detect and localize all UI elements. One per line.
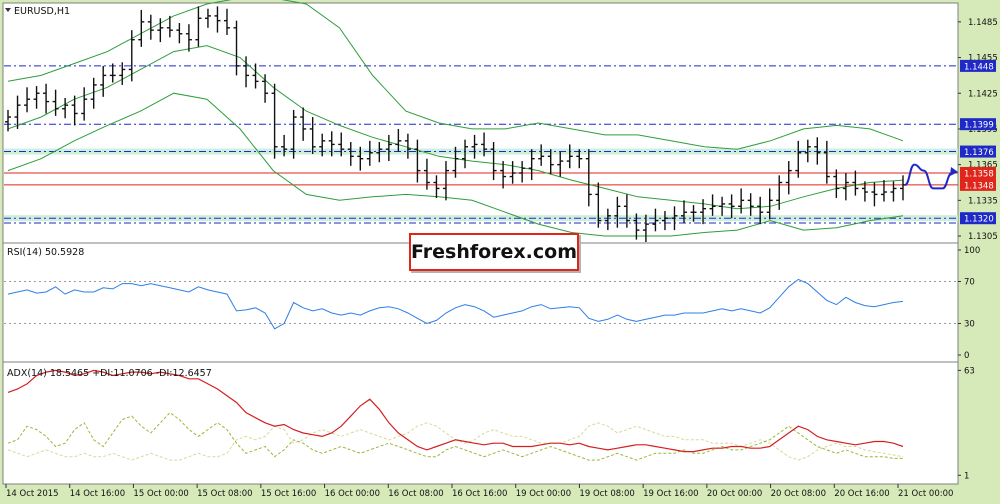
price-panel: 1.13051.13351.13651.13951.14251.14551.14… — [2, 0, 998, 244]
time-tick-label: 19 Oct 16:00 — [643, 489, 698, 499]
price-level-label-text: 1.1376 — [964, 148, 994, 158]
price-level-label-text: 1.1348 — [964, 181, 994, 191]
rsi-tick-label: 30 — [964, 320, 975, 330]
price-level-label-text: 1.1358 — [964, 169, 994, 179]
price-level-label: 1.1358 — [960, 166, 996, 179]
rsi-panel-title: RSI(14) 50.5928 — [7, 247, 84, 258]
time-tick-label: 16 Oct 16:00 — [452, 489, 507, 499]
time-tick-label: 15 Oct 00:00 — [133, 489, 188, 499]
time-tick-label: 16 Oct 00:00 — [325, 489, 380, 499]
adx-panel: 1 63 ADX(14) 18.5465 +DI:11.0706 -DI:12.6… — [2, 361, 975, 485]
adx-panel-title: ADX(14) 18.5465 +DI:11.0706 -DI:12.6457 — [7, 368, 212, 379]
main-panel-title: EURUSD,H1 — [14, 6, 70, 17]
adx-tick-label: 1 — [964, 471, 969, 481]
time-tick-label: 19 Oct 00:00 — [516, 489, 571, 499]
price-level-label: 1.1348 — [960, 178, 996, 191]
price-level-label-text: 1.1320 — [964, 215, 994, 225]
time-tick-label: 20 Oct 16:00 — [834, 489, 889, 499]
time-tick-label: 20 Oct 00:00 — [707, 489, 762, 499]
time-tick-label: 19 Oct 08:00 — [579, 489, 634, 499]
price-level-label: 1.1399 — [960, 118, 996, 131]
time-tick-label: 20 Oct 08:00 — [771, 489, 826, 499]
time-tick-label: 21 Oct 00:00 — [898, 489, 953, 499]
price-level-label: 1.1376 — [960, 145, 996, 158]
time-tick-label: 15 Oct 16:00 — [261, 489, 316, 499]
rsi-tick-label: 100 — [964, 246, 980, 256]
rsi-tick-label: 70 — [964, 278, 975, 288]
rsi-tick-label: 0 — [964, 351, 969, 361]
time-tick-label: 14 Oct 2015 — [6, 489, 59, 499]
brand-watermark: Freshforex.com — [409, 233, 579, 271]
price-level-label-text: 1.1448 — [964, 62, 994, 72]
time-tick-label: 16 Oct 08:00 — [388, 489, 443, 499]
time-tick-label: 14 Oct 16:00 — [70, 489, 125, 499]
chart-stage: 1.13051.13351.13651.13951.14251.14551.14… — [0, 0, 1000, 500]
price-tick-label: 1.1485 — [968, 18, 998, 28]
time-tick-label: 15 Oct 08:00 — [197, 489, 252, 499]
price-level-label: 1.1320 — [960, 212, 996, 225]
price-tick-label: 1.1305 — [968, 232, 998, 242]
adx-tick-label: 63 — [964, 366, 975, 376]
price-tick-label: 1.1335 — [968, 196, 998, 206]
price-tick-label: 1.1425 — [968, 89, 998, 99]
price-level-label: 1.1448 — [960, 59, 996, 72]
price-level-label-text: 1.1399 — [964, 121, 994, 131]
